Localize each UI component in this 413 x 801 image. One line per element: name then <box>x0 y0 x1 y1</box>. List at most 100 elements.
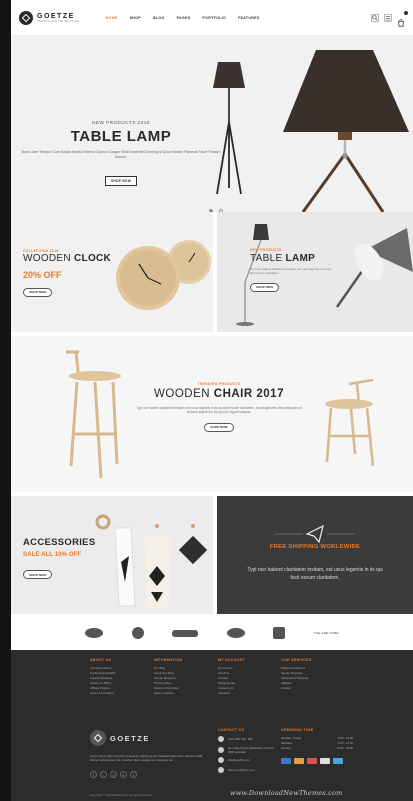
site-logo[interactable]: GOETZE FASHION GOETZE DESIGNER <box>19 10 80 25</box>
footer-link[interactable]: Checkout <box>218 691 278 696</box>
nav-shop[interactable]: SHOP <box>130 16 141 20</box>
banner-wooden-clock[interactable]: COLLECTION 2016 WOODEN CLOCK 20% OFF SHO… <box>11 212 213 332</box>
footer-about-us: ABOUT US Company History Socila Responsi… <box>90 658 150 696</box>
payment-methods <box>281 757 353 764</box>
clock-shop-now-button[interactable]: SHOP NOW <box>23 287 53 297</box>
clock-title: WOODEN CLOCK <box>23 253 112 264</box>
main-nav: HOME SHOP BLOG PAGES PORTFOLIO FEATURES <box>106 16 260 20</box>
logo-tagline: FASHION GOETZE DESIGNER <box>37 19 80 23</box>
twitter-icon[interactable]: t <box>100 771 107 778</box>
chair-eyebrow: TRENDING PRODUCTS <box>197 382 241 386</box>
watermark: www.DownloadNewThemes.com <box>230 789 343 797</box>
clock-promo: 20% OFF <box>23 270 62 280</box>
hero-eyebrow: NEW PRODUCTS 2016 <box>92 120 150 125</box>
chair-shop-now-button[interactable]: SHOP NOW <box>204 422 234 432</box>
contact-phone: (123) 456 789 - 999 <box>228 737 253 741</box>
banner-table-lamp[interactable]: NEW PRODUCTS TABLE LAMP Typi non habent … <box>217 212 413 332</box>
lamp-title: TABLE LAMP <box>250 253 316 264</box>
footer-link[interactable]: Terms & Conditions <box>90 691 150 696</box>
visa-icon <box>281 757 291 764</box>
accessories-title: ACCESSORIES <box>23 537 96 548</box>
header-tools <box>371 10 408 27</box>
lamp-caption: NEW PRODUCTS TABLE LAMP Typi non habent … <box>250 248 336 293</box>
banner-row-2: ACCESSORIES SALE ALL 10% OFF SHOP NOW FR… <box>11 496 413 614</box>
copyright: Copyright © 2016 BootExperts. All rights… <box>90 793 152 797</box>
pinterest-icon[interactable]: p <box>130 771 137 778</box>
hero-description: Ikam Liber Tempor Cum Soluta Nobis Eleif… <box>21 150 221 159</box>
nav-home[interactable]: HOME <box>106 16 118 20</box>
lamp-shop-now-button[interactable]: SHOP NOW <box>250 282 280 292</box>
hero-shop-now-button[interactable]: SHOP NOW <box>104 176 138 186</box>
footer-our-services: OUR SERVICES Shipping & Returns Secure S… <box>281 658 341 691</box>
footer-description: Lorem ipsum dolor sit amet consectetur a… <box>90 754 203 763</box>
footer-heading: INFORMATION <box>154 658 183 662</box>
shipping-title: FREE SHIPPING WORLDWIDE <box>269 544 361 550</box>
location-icon <box>218 746 224 753</box>
footer-link[interactable]: Store Locations <box>154 691 214 696</box>
brand-logo[interactable] <box>226 628 245 638</box>
contact-address: No Cable Street, Melbourne, Victoria 300… <box>228 745 274 754</box>
chair-caption: TRENDING PRODUCTS WOODEN CHAIR 2017 Typi… <box>131 382 307 433</box>
footer-heading: MY ACCOUNT <box>218 658 246 662</box>
lamp-description: Typi non habent claritatem insitam; est … <box>250 267 332 275</box>
trending-chair-section: TRENDING PRODUCTS WOODEN CHAIR 2017 Typi… <box>11 336 413 492</box>
chair-title: WOODEN CHAIR 2017 <box>154 388 284 400</box>
page-backdrop <box>0 0 11 801</box>
contact-web[interactable]: Shop.yourtheme.com <box>228 768 255 772</box>
accessories-sale: SALE ALL 10% OFF <box>23 551 82 558</box>
email-icon <box>218 757 224 763</box>
web-icon <box>218 766 224 773</box>
footer-my-account: MY ACCOUNT My Account About Us Contact S… <box>218 658 278 696</box>
hero-caption: NEW PRODUCTS 2016 TABLE LAMP Ikam Liber … <box>11 120 231 187</box>
google-plus-icon[interactable]: g <box>110 771 117 778</box>
phone-icon <box>218 736 224 742</box>
brand-logo[interactable] <box>85 628 104 638</box>
accessories-shop-now-button[interactable]: SHOP NOW <box>23 570 53 579</box>
footer-heading: ABOUT US <box>90 658 112 662</box>
footer-logo[interactable]: GOETZE <box>90 730 150 746</box>
banner-free-shipping: FREE SHIPPING WORLDWIDE Typi non habent … <box>217 496 413 614</box>
brand-logo[interactable] <box>131 627 144 639</box>
nav-features[interactable]: FEATURES <box>238 16 260 20</box>
nav-pages[interactable]: PAGES <box>177 16 191 20</box>
hero-slider: NEW PRODUCTS 2016 TABLE LAMP Ikam Liber … <box>11 36 413 212</box>
logo-icon <box>90 730 106 746</box>
footer-contact: CONTACT US (123) 456 789 - 999 No Cable … <box>218 728 276 776</box>
theme-preview: GOETZE FASHION GOETZE DESIGNER HOME SHOP… <box>11 0 413 801</box>
brand-logos: THE ARE CORE <box>11 618 413 648</box>
search-icon[interactable] <box>371 13 379 22</box>
cart-count-badge <box>404 10 408 15</box>
clock-caption: COLLECTION 2016 WOODEN CLOCK 20% OFF SHO… <box>23 249 111 298</box>
banner-accessories[interactable]: ACCESSORIES SALE ALL 10% OFF SHOP NOW <box>11 496 213 614</box>
site-header: GOETZE FASHION GOETZE DESIGNER HOME SHOP… <box>11 0 413 36</box>
mastercard-icon <box>294 757 304 764</box>
brand-logo[interactable] <box>273 627 286 639</box>
brand-logo[interactable] <box>172 629 199 637</box>
amex-icon <box>333 757 343 764</box>
card-icon <box>307 757 317 764</box>
logo-text: GOETZE <box>37 12 75 20</box>
footer-heading: UPENNING TIME <box>281 728 314 732</box>
footer-information: INFORMATION Our Blog About Our Shop Secu… <box>154 658 214 696</box>
brand-logo[interactable]: THE ARE CORE <box>314 631 339 635</box>
site-footer: ABOUT US Company History Socila Responsi… <box>11 650 413 801</box>
paypal-icon <box>320 757 330 764</box>
banner-row-1: COLLECTION 2016 WOODEN CLOCK 20% OFF SHO… <box>11 212 413 332</box>
logo-icon <box>19 10 33 25</box>
contact-email[interactable]: info@goetze.com <box>228 758 250 762</box>
footer-hours: UPENNING TIME Monday - Friday 8.00 - 20.0… <box>281 728 353 764</box>
settings-icon[interactable] <box>384 13 392 22</box>
linkedin-icon[interactable]: in <box>120 771 127 778</box>
hours-row: Sunday 10.00 - 20.00 <box>281 746 353 751</box>
nav-portfolio[interactable]: PORTFOLIO <box>202 16 226 20</box>
footer-heading: OUR SERVICES <box>281 658 312 662</box>
cart-icon[interactable] <box>397 10 408 27</box>
facebook-icon[interactable]: f <box>90 771 97 778</box>
chair-description: Typi non habent claritatem insitam; est … <box>136 406 302 415</box>
social-links: f t g in p <box>90 771 137 778</box>
footer-heading: CONTACT US <box>218 728 245 732</box>
lamp-eyebrow: NEW PRODUCTS <box>250 248 282 252</box>
footer-link[interactable]: Contact <box>281 686 341 691</box>
hero-title: TABLE LAMP <box>70 128 172 145</box>
nav-blog[interactable]: BLOG <box>153 16 165 20</box>
